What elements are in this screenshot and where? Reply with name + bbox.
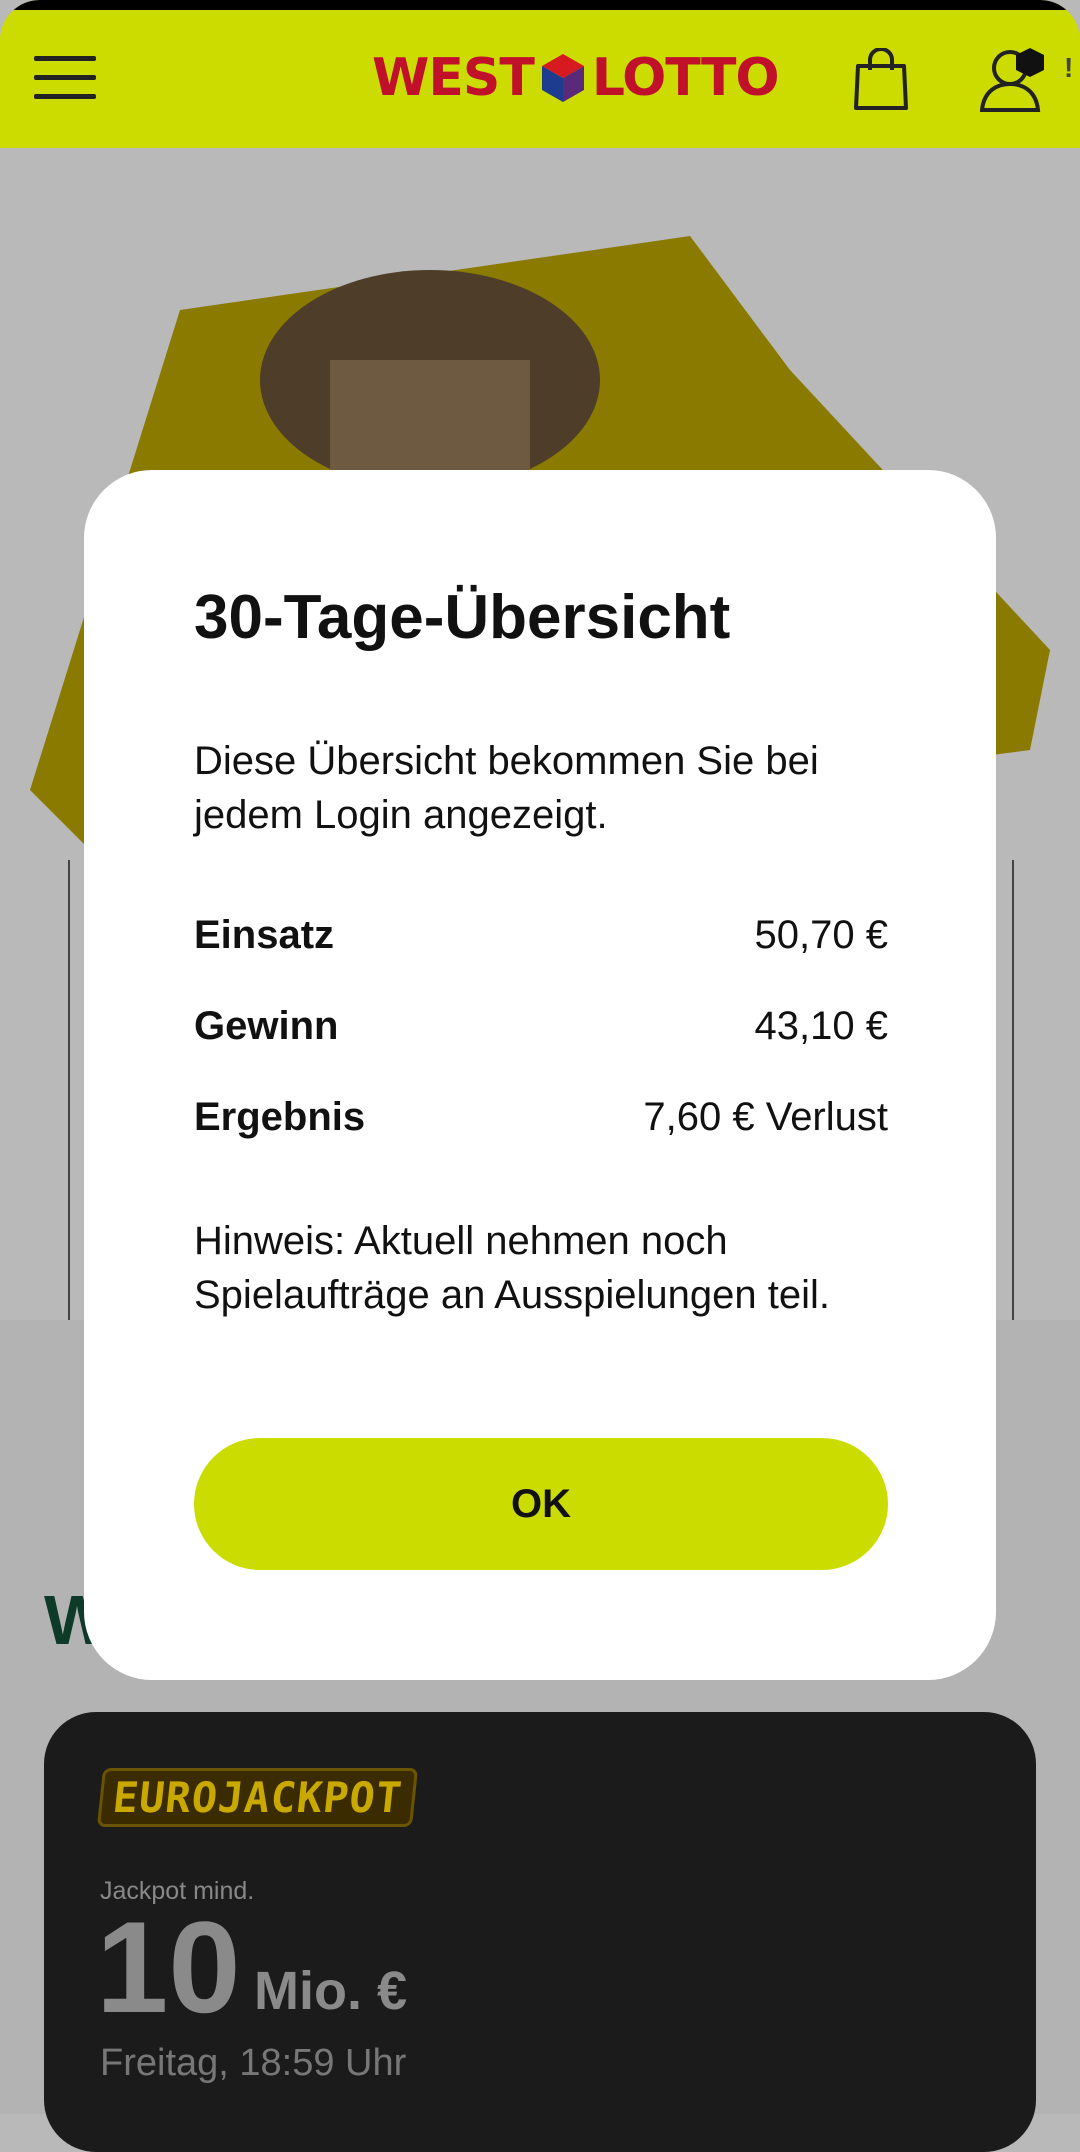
row-label: Ergebnis [194,1094,366,1139]
summary-row-ergebnis: Ergebnis 7,60 € Verlust [194,1087,888,1147]
row-value: 50,70 € [754,912,888,957]
eurojackpot-logo: EUROJACKPOT [96,1768,419,1827]
row-value: 43,10 € [754,1003,888,1048]
shopping-bag-icon[interactable] [852,48,910,110]
row-label: Gewinn [194,1003,339,1048]
draw-time: Freitag, 18:59 Uhr [100,2042,407,2084]
ok-button[interactable]: OK [194,1438,888,1570]
eurojackpot-card[interactable]: EUROJACKPOT Jackpot mind. 10 Mio. € Frei… [44,1712,1036,2152]
summary-row-gewinn: Gewinn 43,10 € [194,996,888,1056]
user-icon[interactable] [980,46,1050,112]
status-strip [0,0,1080,10]
logo-cube-icon [541,54,584,102]
logo-text-west: WEST [372,48,535,108]
dialog-description: Diese Übersicht bekommen Sie bei jedem L… [194,739,819,837]
jackpot-amount: 10 [96,1894,241,2040]
westlotto-logo[interactable]: WEST LOTTO [372,48,780,108]
summary-dialog: 30-Tage-Übersicht Diese Übersicht bekomm… [84,470,996,1680]
row-label: Einsatz [194,912,335,957]
notification-indicator: ! [1064,52,1074,83]
jackpot-unit: Mio. € [254,1961,408,2021]
menu-icon[interactable] [34,56,96,100]
logo-text-lotto: LOTTO [591,48,780,108]
dialog-title: 30-Tage-Übersicht [194,583,731,652]
app-header: WEST LOTTO ! [0,0,1080,148]
row-value: 7,60 € Verlust [643,1094,888,1139]
summary-row-einsatz: Einsatz 50,70 € [194,905,888,965]
dialog-note: Hinweis: Aktuell nehmen noch Spielaufträ… [194,1219,831,1317]
